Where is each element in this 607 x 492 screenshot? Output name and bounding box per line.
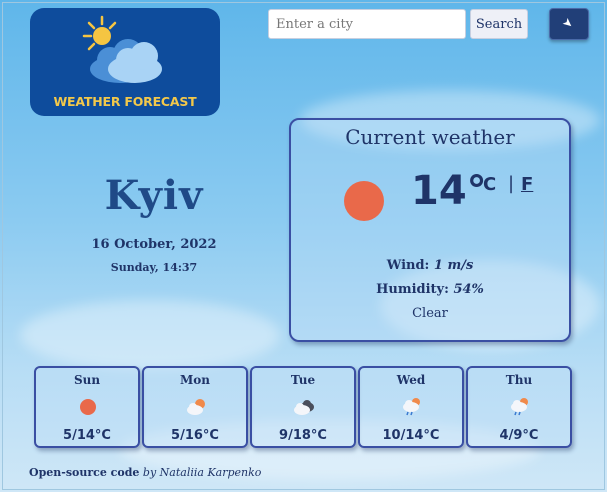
current-temperature: 14° (411, 168, 487, 214)
partly-cloudy-icon (187, 399, 205, 415)
rain-icon (403, 398, 420, 416)
wind-label: Wind: (386, 258, 430, 273)
app-logo: WEATHER FORECAST (30, 8, 220, 116)
forecast-day: Tue (290, 373, 316, 387)
current-weather-card: Current weather 14° C | F Wind: 1 m/s Hu… (289, 118, 571, 342)
forecast-temp: 10/14°C (382, 428, 440, 443)
footer: Open-source code by Nataliia Karpenko (29, 466, 261, 479)
forecast-day: Mon (179, 373, 210, 387)
author-credit: by Nataliia Karpenko (142, 466, 262, 479)
humidity-label: Humidity: (376, 282, 449, 297)
wind-value: 1 m/s (433, 258, 474, 273)
rain-icon (511, 398, 528, 416)
celsius-link[interactable]: C (483, 174, 496, 195)
source-code-link[interactable]: Open-source code (29, 466, 139, 479)
forecast-day: Sun (73, 373, 101, 387)
sun-icon (344, 181, 384, 221)
humidity-value: 54% (453, 282, 484, 297)
sun-icon (80, 399, 96, 415)
current-date: 16 October, 2022 (91, 237, 217, 252)
city-search-input[interactable] (268, 9, 466, 39)
forecast-day: Wed (396, 373, 426, 387)
current-location-button[interactable]: ➤ (549, 8, 589, 40)
search-button[interactable]: Search (470, 9, 528, 39)
forecast-temp: 5/14°C (63, 428, 111, 443)
wind-row: Wind: 1 m/s (291, 258, 569, 273)
city-name: Kyiv (104, 172, 204, 219)
humidity-row: Humidity: 54% (291, 282, 569, 297)
forecast-temp: 9/18°C (279, 428, 327, 443)
cloudy-icon (294, 400, 314, 415)
forecast-card-thu: Thu 4/9°C (466, 366, 572, 448)
forecast-card-sun: Sun 5/14°C (34, 366, 140, 448)
current-weather-title: Current weather (345, 125, 515, 149)
current-day-time: Sunday, 14:37 (110, 261, 198, 274)
unit-separator: | (508, 173, 515, 194)
logo-text: WEATHER FORECAST (53, 94, 197, 109)
forecast-card-wed: Wed 10/14°C (358, 366, 464, 448)
forecast-card-mon: Mon 5/16°C (142, 366, 248, 448)
forecast-temp: 5/16°C (171, 428, 219, 443)
sun-behind-cloud-icon (82, 15, 162, 83)
location-arrow-icon: ➤ (559, 14, 577, 32)
weather-condition: Clear (412, 306, 448, 321)
fahrenheit-link[interactable]: F (521, 174, 533, 195)
forecast-temp: 4/9°C (499, 428, 539, 443)
forecast-card-tue: Tue 9/18°C (250, 366, 356, 448)
forecast-day: Thu (505, 373, 533, 387)
